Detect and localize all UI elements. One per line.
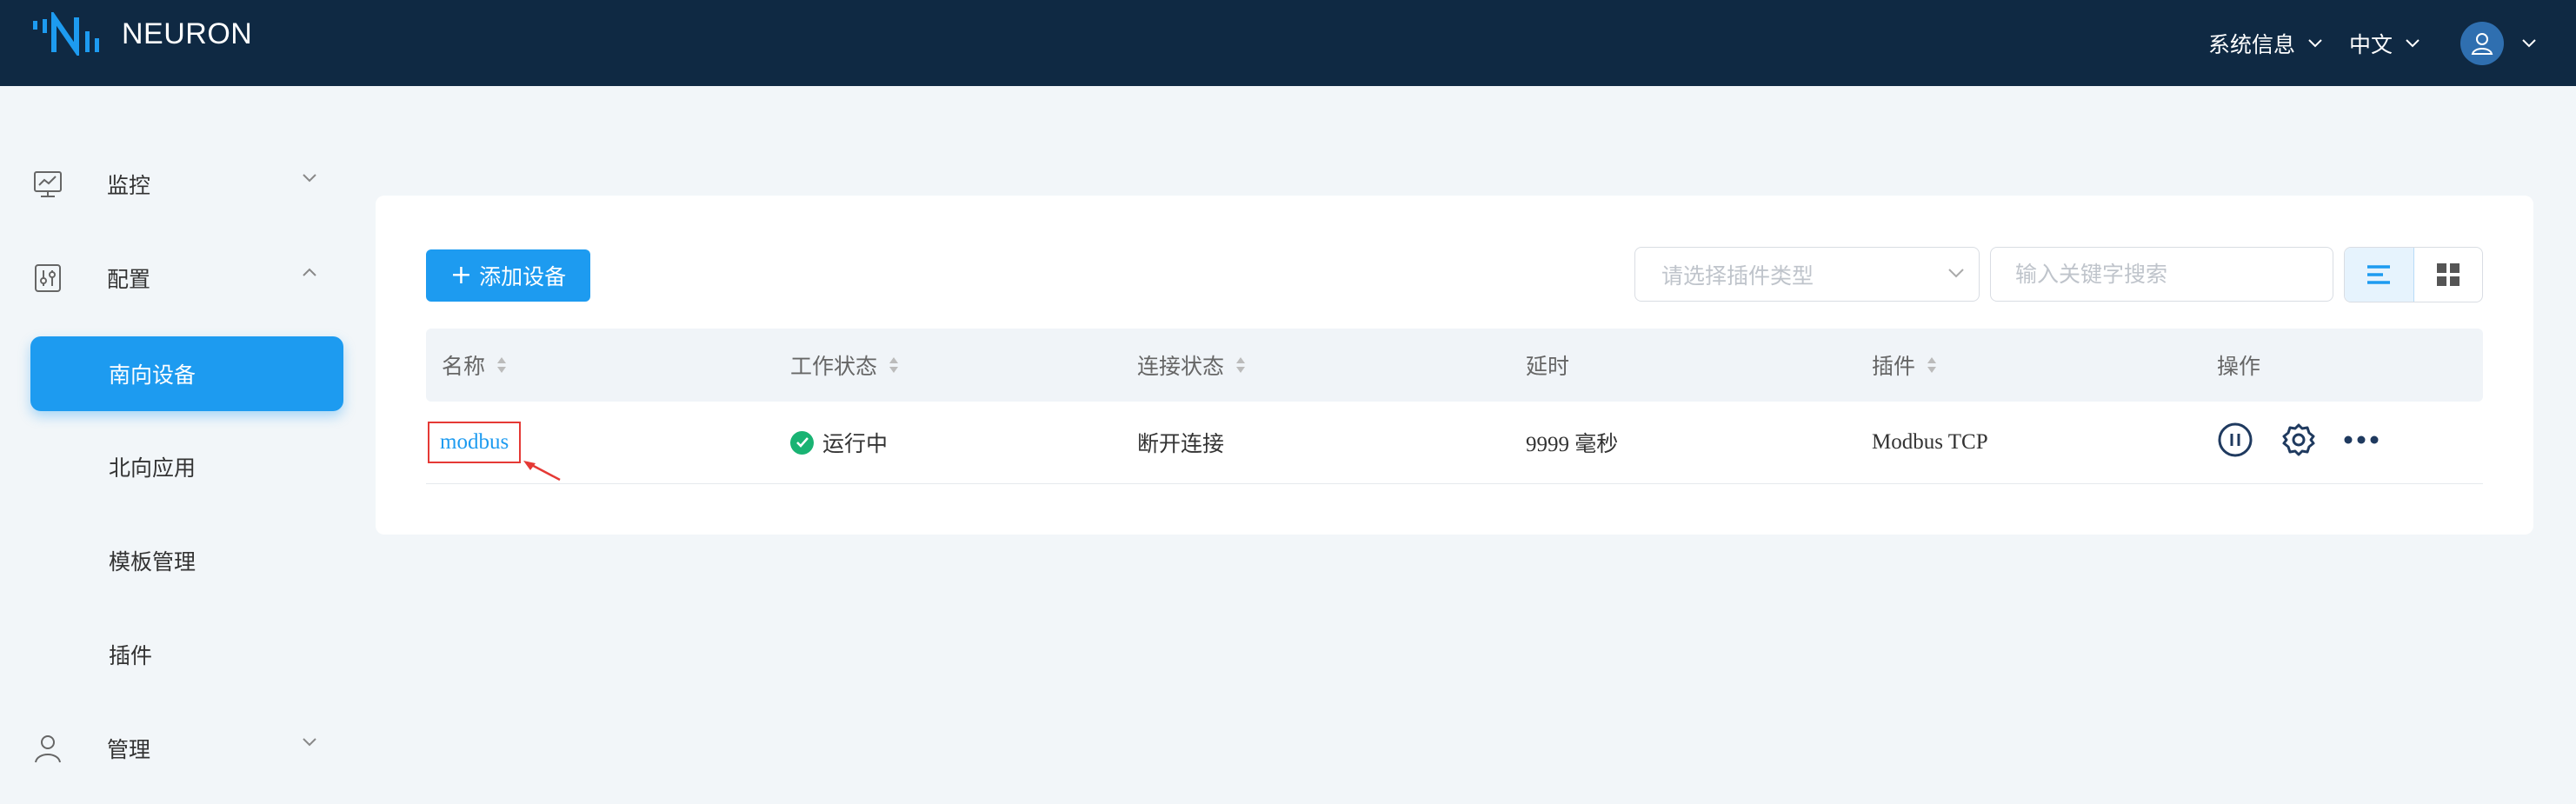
sidebar-item-northbound-apps[interactable]: 北向应用 <box>30 429 343 504</box>
user-icon <box>2471 32 2493 55</box>
sidebar-item-label: 模板管理 <box>109 549 196 575</box>
column-header-label: 连接状态 <box>1137 354 1225 379</box>
plugin-type-select[interactable]: 请选择插件类型 <box>1634 247 1980 302</box>
sidebar-item-config[interactable]: 配置 <box>30 241 343 316</box>
work-status-text: 运行中 <box>822 431 889 456</box>
latency-cell: 9999 毫秒 <box>1526 402 1618 483</box>
chevron-down-icon <box>2522 38 2536 47</box>
table-header: 名称 工作状态 连接状态 延时 插件 操作 <box>426 329 2483 402</box>
sort-icon <box>889 357 899 373</box>
column-header-plugin[interactable]: 插件 <box>1872 329 1938 402</box>
view-toggle <box>2344 247 2483 302</box>
plus-icon: + <box>449 260 473 290</box>
sidebar: 监控 配置 南向设备 北向应用 模板管理 插件 管理 <box>0 86 356 804</box>
column-header-label: 工作状态 <box>790 354 878 379</box>
pause-icon[interactable] <box>2217 422 2253 458</box>
user-menu[interactable] <box>2460 21 2537 65</box>
search-input[interactable] <box>1990 247 2333 302</box>
device-name-cell: modbus <box>428 402 522 483</box>
add-device-label: 添加设备 <box>479 264 567 289</box>
logo: NEURON <box>31 12 252 56</box>
chevron-down-icon <box>303 174 316 183</box>
chevron-down-icon <box>1948 269 1964 278</box>
sidebar-item-southbound-devices[interactable]: 南向设备 <box>30 336 343 411</box>
user-icon <box>30 731 65 766</box>
header-actions: 系统信息 中文 <box>2208 0 2576 86</box>
grid-view-icon <box>2436 263 2460 286</box>
plugin-text: Modbus TCP <box>1872 430 1988 454</box>
plugin-cell: Modbus TCP <box>1872 402 1988 483</box>
settings-sliders-icon <box>30 261 65 296</box>
table-row: modbus 运行中 断开连接 9999 毫秒 Modbus TCP <box>426 402 2483 484</box>
column-header-latency: 延时 <box>1526 329 1569 402</box>
sort-icon <box>1927 357 1937 373</box>
gear-icon[interactable] <box>2280 422 2317 458</box>
sidebar-item-template-management[interactable]: 模板管理 <box>30 523 343 598</box>
sidebar-item-monitor[interactable]: 监控 <box>30 147 343 222</box>
column-header-work-status[interactable]: 工作状态 <box>790 329 900 402</box>
annotation-arrow-icon <box>523 461 561 482</box>
sort-icon <box>497 357 507 373</box>
column-header-connection-status[interactable]: 连接状态 <box>1137 329 1247 402</box>
chevron-up-icon <box>303 268 316 276</box>
work-status-cell: 运行中 <box>790 402 888 483</box>
list-view-icon <box>2367 265 2391 284</box>
column-header-actions: 操作 <box>2217 329 2260 402</box>
check-circle-icon <box>790 430 814 455</box>
connection-status-cell: 断开连接 <box>1137 402 1224 483</box>
column-header-label: 延时 <box>1526 354 1570 379</box>
chevron-down-icon <box>303 738 316 747</box>
latency-text: 9999 毫秒 <box>1526 433 1619 456</box>
sort-icon <box>1236 357 1246 373</box>
sidebar-item-label: 插件 <box>109 643 153 668</box>
column-header-label: 操作 <box>2217 354 2261 379</box>
sidebar-item-label: 北向应用 <box>109 455 196 481</box>
add-device-button[interactable]: + 添加设备 <box>426 249 590 302</box>
sidebar-item-label: 配置 <box>107 267 151 292</box>
more-icon[interactable] <box>2342 422 2380 458</box>
avatar <box>2460 21 2504 65</box>
sidebar-item-label: 南向设备 <box>109 362 196 388</box>
language-label: 中文 <box>2348 31 2393 57</box>
column-header-label: 插件 <box>1872 354 1916 379</box>
card-view-button[interactable] <box>2414 248 2483 302</box>
language-menu[interactable]: 中文 <box>2349 28 2420 59</box>
sidebar-item-plugins[interactable]: 插件 <box>30 617 343 692</box>
column-header-label: 名称 <box>442 354 486 379</box>
monitor-icon <box>30 167 65 202</box>
chevron-down-icon <box>2406 38 2420 47</box>
sidebar-item-label: 监控 <box>107 173 151 198</box>
top-bar: NEURON 系统信息 中文 <box>0 0 2576 86</box>
neuron-logo-icon <box>33 12 99 56</box>
sidebar-item-admin[interactable]: 管理 <box>30 711 343 786</box>
column-header-name[interactable]: 名称 <box>442 329 508 402</box>
plugin-type-placeholder: 请选择插件类型 <box>1661 262 1814 289</box>
device-name-link[interactable]: modbus <box>428 422 522 463</box>
brand-name: NEURON <box>122 17 253 50</box>
system-info-label: 系统信息 <box>2207 31 2295 57</box>
list-view-button[interactable] <box>2345 248 2414 302</box>
system-info-menu[interactable]: 系统信息 <box>2208 28 2323 59</box>
connection-status-text: 断开连接 <box>1137 431 1225 456</box>
sidebar-item-label: 管理 <box>107 737 151 762</box>
chevron-down-icon <box>2308 38 2322 47</box>
